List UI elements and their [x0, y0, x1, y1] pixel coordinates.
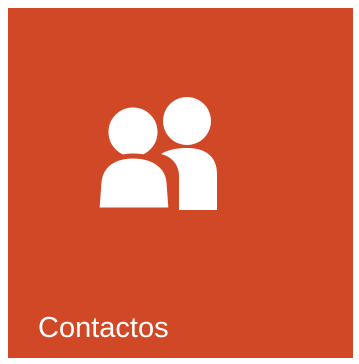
people-icon: [93, 90, 223, 210]
tile-label: Contactos: [38, 312, 169, 344]
contacts-tile[interactable]: Contactos: [8, 8, 353, 358]
